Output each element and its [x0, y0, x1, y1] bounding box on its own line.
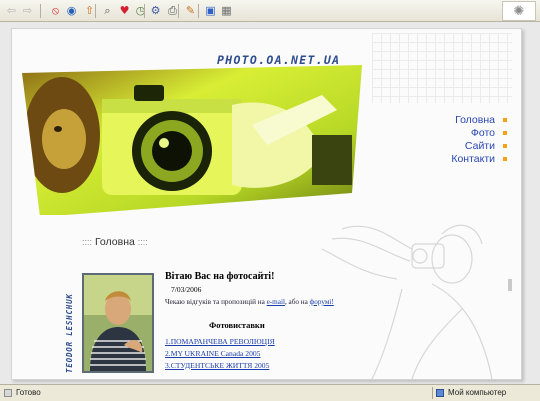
main-navigation: Головна Фото Сайти Контакти — [451, 113, 507, 165]
window-icon[interactable]: ▣ — [203, 3, 218, 18]
search-icon[interactable]: ⌕ — [100, 3, 115, 18]
author-vertical-name: TEODOR LESHCHUK — [65, 293, 74, 373]
feedback-prefix: Чекаю відгуків та пропозицій на — [165, 298, 267, 306]
section-title: :::: Головна :::: — [82, 236, 148, 248]
settings-icon[interactable]: ⚙ — [148, 3, 163, 18]
history-clock-icon[interactable]: ◷ — [133, 3, 148, 18]
email-link[interactable]: e-mail — [267, 298, 285, 306]
decorative-grid — [372, 33, 512, 103]
forward-arrow-icon[interactable]: ⇨ — [20, 3, 35, 18]
feedback-text: Чекаю відгуків та пропозицій на e-mail, … — [165, 298, 405, 306]
zone-text: Мой компьютер — [448, 388, 507, 397]
author-portrait-photo — [84, 275, 152, 371]
post-date: 7/03/2006 — [171, 285, 202, 294]
back-arrow-icon[interactable]: ⇦ — [4, 3, 19, 18]
section-title-text: Головна — [94, 236, 135, 248]
nav-item-label[interactable]: Головна — [455, 114, 495, 126]
status-left: Готово — [4, 388, 41, 397]
nav-item-label[interactable]: Контакти — [451, 153, 495, 165]
exhibition-link-2[interactable]: 2.MY UKRAINE Canada 2005 — [165, 348, 405, 360]
image-icon[interactable]: ▦ — [219, 3, 234, 18]
toolbar-separator — [144, 4, 145, 18]
browser-toolbar: ⇦ ⇨ ⦸ ◉ ⇧ ⌕ ♥ ◷ ⚙ ⎙ ✎ ▣ ▦ ✺ — [0, 0, 540, 22]
web-page: PHOTO.OA.NET.UA Головна Фото Сайти Конта… — [11, 28, 522, 380]
nav-bullet-icon — [503, 117, 507, 122]
section-title-dots-right: :::: — [137, 237, 148, 247]
nav-item-1[interactable]: Фото — [451, 126, 507, 139]
nav-bullet-icon — [503, 143, 507, 148]
status-zone: Мой компьютер — [436, 388, 506, 397]
home-globe-icon[interactable]: ◉ — [64, 3, 79, 18]
edit-pen-icon[interactable]: ✎ — [183, 3, 198, 18]
toolbar-separator — [40, 4, 41, 18]
exhibition-link-3[interactable]: 3.СТУДЕНТСЬКЕ ЖИТТЯ 2005 — [165, 360, 405, 372]
exhibition-link-1[interactable]: 1.ПОМАРАНЧЕВА РЕВОЛЮЦІЯ — [165, 336, 405, 348]
status-bar: Готово Мой компьютер — [0, 384, 540, 401]
page-icon — [4, 388, 12, 397]
status-divider — [432, 387, 433, 399]
section-title-dots: :::: — [82, 237, 93, 247]
nav-item-label[interactable]: Фото — [471, 127, 495, 139]
stop-icon[interactable]: ⦸ — [48, 3, 63, 18]
toolbar-separator — [198, 4, 199, 18]
computer-icon — [436, 388, 444, 397]
nav-item-3[interactable]: Контакти — [451, 152, 507, 165]
welcome-content: Вітаю Вас на фотосайті! 7/03/2006 Чекаю … — [165, 271, 405, 372]
welcome-heading: Вітаю Вас на фотосайті! — [165, 271, 275, 282]
favorites-heart-icon[interactable]: ♥ — [117, 3, 132, 18]
toolbar-separator — [95, 4, 96, 18]
inner-scrollbar-thumb[interactable] — [508, 279, 512, 291]
feedback-middle: , або на — [284, 298, 310, 306]
nav-item-2[interactable]: Сайти — [451, 139, 507, 152]
nav-item-0[interactable]: Головна — [451, 113, 507, 126]
status-text: Готово — [16, 388, 41, 397]
svg-text:TEODOR LESHCHUK: TEODOR LESHCHUK — [65, 293, 74, 373]
toolbar-separator — [178, 4, 179, 18]
exhibitions-list: 1.ПОМАРАНЧЕВА РЕВОЛЮЦІЯ 2.MY UKRAINE Cana… — [165, 336, 405, 372]
exhibitions-title: Фотовиставки — [209, 320, 265, 330]
nav-bullet-icon — [503, 156, 507, 161]
nav-bullet-icon — [503, 130, 507, 135]
forum-link[interactable]: форумі! — [310, 298, 334, 306]
browser-viewport: PHOTO.OA.NET.UA Головна Фото Сайти Конта… — [0, 22, 540, 384]
nav-item-label[interactable]: Сайти — [465, 140, 495, 152]
loading-throbber-icon: ✺ — [502, 1, 536, 21]
